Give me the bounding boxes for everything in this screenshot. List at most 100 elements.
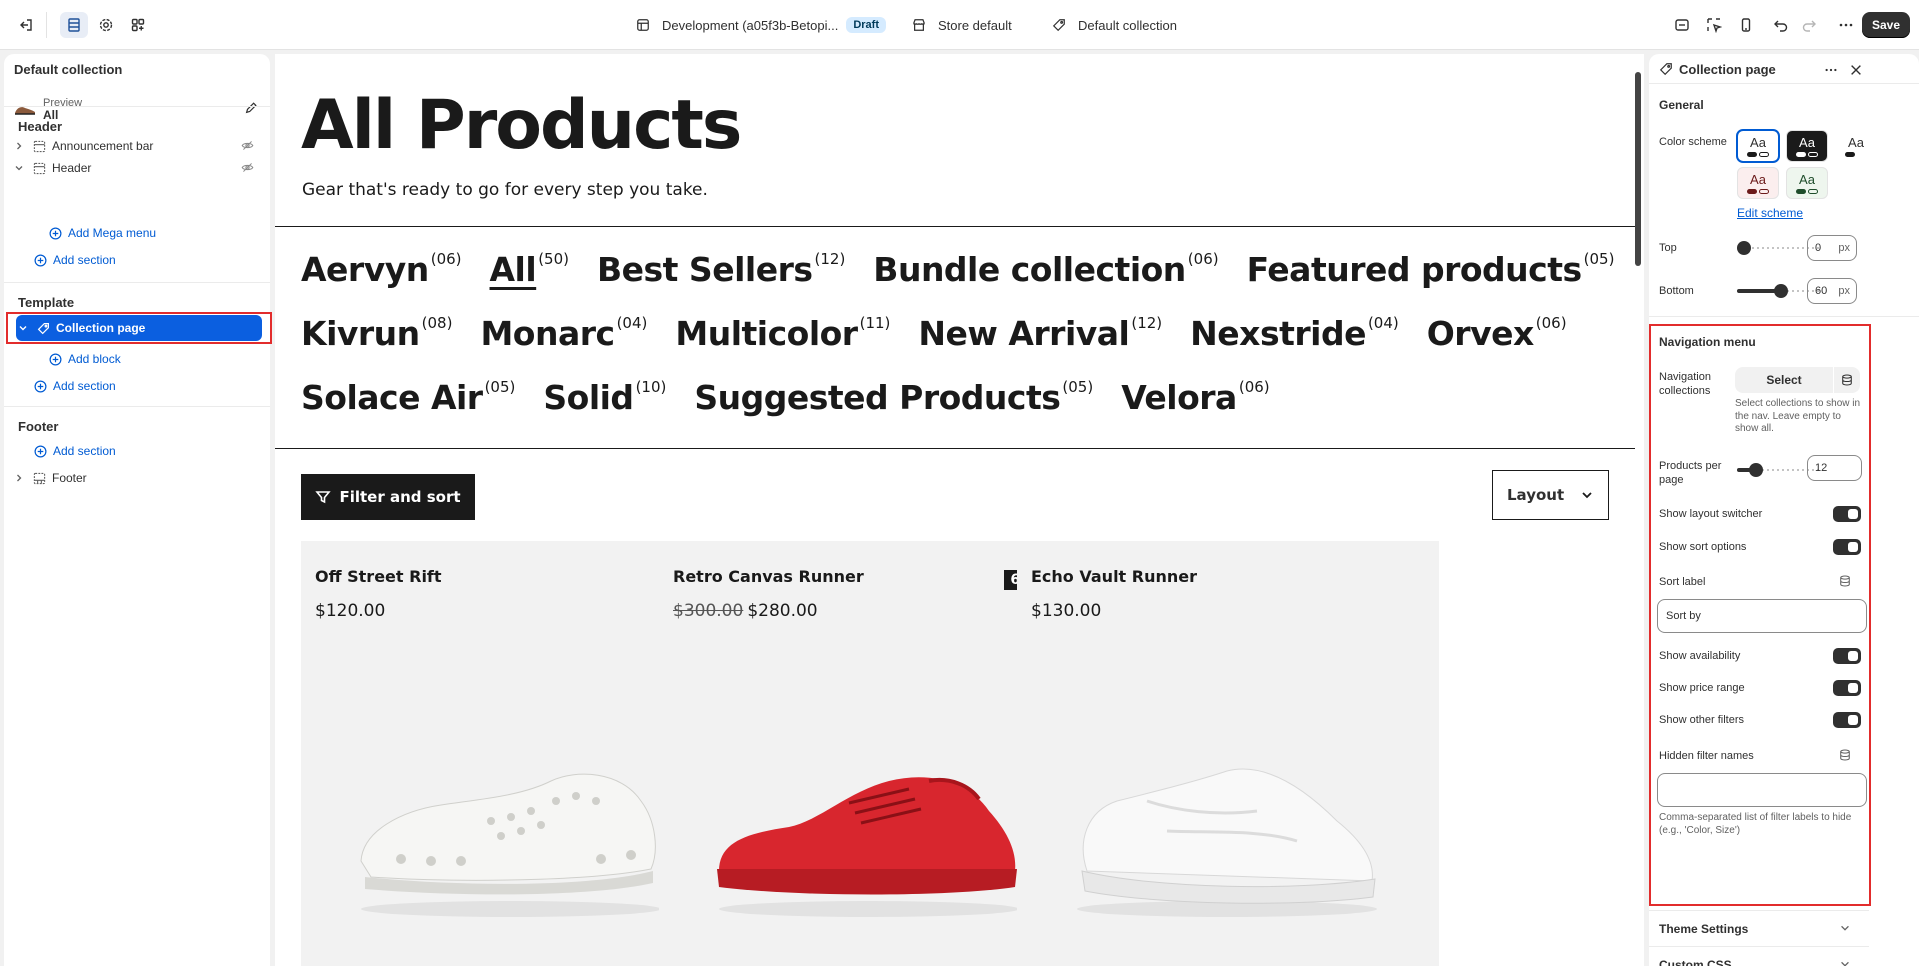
hidden-filter-names-input[interactable] bbox=[1657, 773, 1867, 807]
theme-icon bbox=[637, 19, 649, 31]
sort-label-input[interactable]: Sort by bbox=[1657, 599, 1867, 633]
products-per-page-input[interactable]: 12 bbox=[1807, 455, 1862, 481]
product-card[interactable]: Echo Vault Runner $130.00 bbox=[1017, 541, 1439, 966]
collection-link[interactable]: Suggested Products (05) bbox=[694, 378, 1093, 417]
chevron-down-icon bbox=[1841, 961, 1849, 966]
theme-name: Development (a05f3b-Betopi... bbox=[662, 17, 839, 33]
show-sort-options-toggle[interactable] bbox=[1833, 539, 1861, 555]
collection-tag-icon bbox=[1659, 63, 1672, 76]
product-price: $300.00 $280.00 bbox=[673, 601, 818, 621]
product-price: $130.00 bbox=[1031, 601, 1102, 621]
highlight-box bbox=[6, 312, 272, 344]
preview-canvas: All Products Gear that's ready to go for… bbox=[275, 54, 1644, 966]
show-layout-switcher-toggle[interactable] bbox=[1833, 506, 1861, 522]
undo-icon[interactable] bbox=[1767, 12, 1795, 38]
add-mega-menu-link[interactable]: Add Mega menu bbox=[49, 226, 156, 240]
dynamic-source-icon[interactable] bbox=[1834, 367, 1860, 393]
color-scheme-swatch-4[interactable]: Aa bbox=[1737, 167, 1779, 199]
add-header-section-link[interactable]: Add section bbox=[34, 253, 116, 267]
filter-and-sort-button[interactable]: Filter and sort bbox=[301, 474, 475, 520]
collection-link[interactable]: Solid (10) bbox=[543, 378, 666, 417]
plus-circle-icon bbox=[49, 353, 62, 365]
color-scheme-swatch-5[interactable]: Aa bbox=[1786, 167, 1828, 199]
eye-hidden-icon[interactable] bbox=[241, 161, 254, 177]
tree-item-footer[interactable]: Footer bbox=[12, 466, 262, 490]
collection-link[interactable]: Aervyn (06) bbox=[301, 250, 462, 289]
edit-scheme-link[interactable]: Edit scheme bbox=[1737, 206, 1803, 220]
collection-link[interactable]: Monarc (04) bbox=[480, 314, 647, 353]
redo-icon[interactable] bbox=[1795, 12, 1823, 38]
collection-link[interactable]: New Arrival (12) bbox=[918, 314, 1162, 353]
collection-link[interactable]: Multicolor (11) bbox=[675, 314, 890, 353]
theme-settings-label: Theme Settings bbox=[1659, 922, 1749, 936]
bottom-padding-label: Bottom bbox=[1659, 285, 1694, 297]
dynamic-source-icon[interactable] bbox=[1839, 749, 1851, 761]
collection-link[interactable]: Best Sellers (12) bbox=[597, 250, 845, 289]
chevron-right-icon[interactable] bbox=[12, 142, 26, 150]
select-collections-button[interactable]: Select bbox=[1735, 367, 1833, 393]
store-selector[interactable]: Store default bbox=[912, 0, 1012, 50]
plus-circle-icon bbox=[34, 254, 47, 266]
chevron-down-icon bbox=[1582, 492, 1592, 499]
template-section-title: Template bbox=[18, 295, 75, 310]
show-layout-switcher-label: Show layout switcher bbox=[1659, 508, 1763, 520]
canvas-scrollbar[interactable] bbox=[1635, 72, 1641, 266]
general-heading: General bbox=[1659, 98, 1704, 112]
exit-icon[interactable] bbox=[12, 12, 40, 38]
settings-gear-icon[interactable] bbox=[92, 12, 120, 38]
close-icon[interactable] bbox=[1849, 63, 1863, 77]
add-block-link[interactable]: Add block bbox=[49, 352, 121, 366]
add-template-section-link[interactable]: Add section bbox=[34, 379, 116, 393]
select-element-icon[interactable] bbox=[1700, 12, 1728, 38]
template-selector[interactable]: Default collection bbox=[1052, 0, 1177, 50]
collection-link[interactable]: Orvex (06) bbox=[1427, 314, 1567, 353]
show-sort-options-label: Show sort options bbox=[1659, 541, 1747, 553]
page-title: All Products bbox=[301, 86, 742, 165]
mobile-preview-icon[interactable] bbox=[1732, 12, 1760, 38]
draft-badge: Draft bbox=[846, 17, 886, 33]
show-other-filters-toggle[interactable] bbox=[1833, 712, 1861, 728]
add-footer-section-link[interactable]: Add section bbox=[34, 444, 116, 458]
chevron-down-icon[interactable] bbox=[12, 164, 26, 172]
add-mega-menu-label: Add Mega menu bbox=[68, 226, 157, 240]
custom-css-accordion[interactable]: Custom CSS bbox=[1649, 946, 1869, 966]
collection-row-1: Aervyn (06) All (50) Best Sellers (12) Bund… bbox=[301, 250, 1642, 289]
collection-link[interactable]: Solace Air (05) bbox=[301, 378, 515, 417]
hidden-filter-names-label: Hidden filter names bbox=[1659, 750, 1754, 762]
top-padding-input[interactable]: 0 px bbox=[1807, 235, 1857, 261]
inspector-icon[interactable] bbox=[1668, 12, 1696, 38]
add-block-label: Add block bbox=[68, 352, 121, 366]
show-availability-toggle[interactable] bbox=[1833, 648, 1861, 664]
tree-item-announcement-bar[interactable]: Announcement bar bbox=[12, 134, 262, 158]
color-scheme-swatch-3[interactable]: Aa bbox=[1835, 130, 1877, 162]
chevron-right-icon[interactable] bbox=[12, 474, 26, 482]
tree-item-header[interactable]: Header bbox=[12, 156, 262, 180]
page-subtitle: Gear that's ready to go for every step y… bbox=[302, 180, 708, 200]
more-actions-icon[interactable] bbox=[1831, 12, 1861, 38]
show-other-filters-label: Show other filters bbox=[1659, 714, 1744, 726]
right-sidebar: Collection page General Color scheme Aa … bbox=[1649, 54, 1919, 966]
collection-link[interactable]: Kivrun (08) bbox=[301, 314, 452, 353]
dynamic-source-icon[interactable] bbox=[1839, 575, 1851, 587]
collection-link[interactable]: Featured products (05) bbox=[1247, 250, 1615, 289]
apps-icon[interactable] bbox=[124, 12, 152, 38]
collection-link[interactable]: Nexstride (04) bbox=[1190, 314, 1399, 353]
edit-pencil-icon[interactable] bbox=[244, 101, 258, 115]
collection-link[interactable]: Velora (06) bbox=[1121, 378, 1269, 417]
theme-selector[interactable]: Development (a05f3b-Betopi... Draft bbox=[636, 0, 886, 50]
sections-icon[interactable] bbox=[60, 12, 88, 38]
bottom-padding-input[interactable]: 60 px bbox=[1807, 278, 1857, 304]
color-scheme-label: Color scheme bbox=[1659, 136, 1727, 148]
color-scheme-swatch-1[interactable]: Aa bbox=[1736, 129, 1780, 163]
collection-link[interactable]: Bundle collection (06) bbox=[873, 250, 1218, 289]
theme-settings-accordion[interactable]: Theme Settings bbox=[1649, 910, 1869, 946]
footer-layout-icon bbox=[30, 472, 48, 485]
show-price-range-toggle[interactable] bbox=[1833, 680, 1861, 696]
save-button[interactable]: Save bbox=[1861, 12, 1910, 38]
color-scheme-swatch-2[interactable]: Aa bbox=[1786, 130, 1828, 162]
eye-hidden-icon[interactable] bbox=[241, 139, 254, 155]
preview-thumbnail bbox=[15, 107, 35, 115]
more-options-icon[interactable] bbox=[1824, 63, 1838, 77]
collection-link-active[interactable]: All (50) bbox=[490, 250, 569, 289]
layout-dropdown[interactable]: Layout bbox=[1492, 470, 1609, 520]
